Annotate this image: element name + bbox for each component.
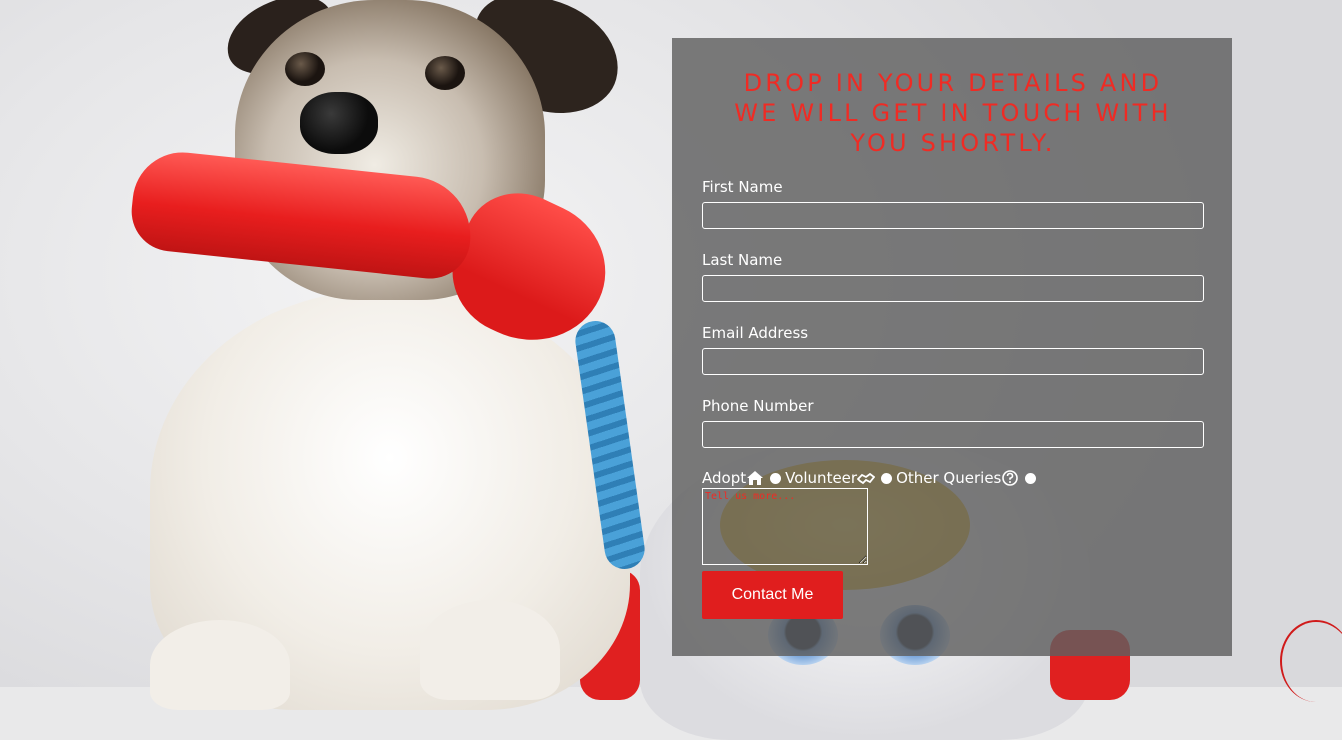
last-name-group: Last Name bbox=[702, 251, 1204, 302]
dog-eye-left bbox=[285, 52, 325, 86]
email-input[interactable] bbox=[702, 348, 1204, 375]
handshake-icon bbox=[857, 472, 876, 485]
last-name-input[interactable] bbox=[702, 275, 1204, 302]
volunteer-radio[interactable] bbox=[881, 472, 893, 484]
option-adopt-label: Adopt bbox=[702, 469, 747, 487]
toy-cord bbox=[1280, 620, 1342, 702]
option-other-queries[interactable]: Other Queries bbox=[896, 469, 1040, 487]
question-circle-icon bbox=[1002, 470, 1019, 486]
option-adopt[interactable]: Adopt bbox=[702, 469, 785, 487]
first-name-label: First Name bbox=[702, 178, 783, 196]
first-name-input[interactable] bbox=[702, 202, 1204, 229]
dog-eye-right bbox=[425, 56, 465, 90]
dog-paw-left bbox=[150, 620, 290, 710]
contact-form-panel: DROP IN YOUR DETAILS AND WE WILL GET IN … bbox=[672, 38, 1232, 656]
option-volunteer[interactable]: Volunteer bbox=[785, 469, 896, 487]
other-queries-radio[interactable] bbox=[1025, 472, 1037, 484]
option-other-queries-label: Other Queries bbox=[896, 469, 1002, 487]
phone-input[interactable] bbox=[702, 421, 1204, 448]
form-title: DROP IN YOUR DETAILS AND WE WILL GET IN … bbox=[734, 69, 1172, 157]
email-group: Email Address bbox=[702, 324, 1204, 375]
phone-group: Phone Number bbox=[702, 397, 1204, 448]
option-volunteer-label: Volunteer bbox=[785, 469, 858, 487]
phone-label: Phone Number bbox=[702, 397, 814, 415]
last-name-label: Last Name bbox=[702, 251, 783, 269]
inquiry-type-options: Adopt Volunteer Other Queries bbox=[702, 468, 1204, 488]
contact-me-button[interactable]: Contact Me bbox=[702, 571, 843, 619]
dog-paw-right bbox=[420, 600, 560, 700]
dog-nose bbox=[300, 92, 378, 154]
message-textarea[interactable] bbox=[702, 488, 868, 565]
home-icon bbox=[747, 471, 764, 485]
email-label: Email Address bbox=[702, 324, 809, 342]
adopt-radio[interactable] bbox=[770, 472, 782, 484]
first-name-group: First Name bbox=[702, 178, 1204, 229]
